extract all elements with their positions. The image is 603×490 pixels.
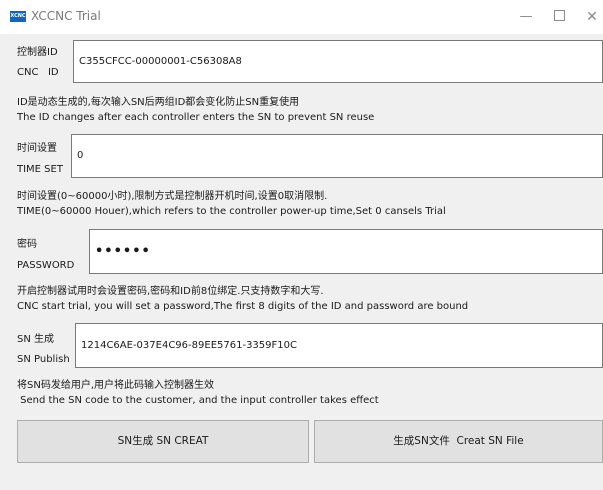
sn-file-button[interactable]: 生成SN文件 Creat SN File <box>314 420 603 463</box>
controller-id-label-en: CNC ID <box>17 67 59 78</box>
maximize-button[interactable] <box>545 6 573 28</box>
time-set-label-cn: 时间设置 <box>17 143 57 154</box>
controller-id-note-cn: ID是动态生成的,每次输入SN后两组ID都会变化防止SN重复使用 <box>17 97 300 108</box>
maximize-icon <box>553 10 565 21</box>
title-bar: XCNC XCCNC Trial — ✕ <box>0 0 603 34</box>
sn-create-button[interactable]: SN生成 SN CREAT <box>17 420 309 463</box>
password-note-en: CNC start trial, you will set a password… <box>17 301 469 312</box>
password-input[interactable]: •••••• <box>89 229 603 274</box>
window-title: XCCNC Trial <box>31 9 101 23</box>
close-button[interactable]: ✕ <box>578 6 603 28</box>
time-set-label-en: TIME SET <box>17 164 63 175</box>
app-icon: XCNC <box>10 11 26 22</box>
time-set-note-cn: 时间设置(0~60000小时),限制方式是控制器开机时间,设置0取消限制. <box>17 191 328 202</box>
sn-note-cn: 将SN码发给用户,用户将此码输入控制器生效 <box>17 380 215 391</box>
sn-note-en: Send the SN code to the customer, and th… <box>17 395 379 406</box>
password-label-en: PASSWORD <box>17 260 75 271</box>
controller-id-note-en: The ID changes after each controller ent… <box>17 112 375 123</box>
password-note-cn: 开启控制器试用时会设置密码,密码和ID前8位绑定.只支持数字和大写. <box>17 286 324 297</box>
time-set-note-en: TIME(0~60000 Houer),which refers to the … <box>17 206 446 217</box>
minimize-button[interactable]: — <box>512 6 540 28</box>
sn-output-field[interactable]: 1214C6AE-037E4C96-89EE5761-3359F10C <box>75 323 603 368</box>
controller-id-field[interactable]: C355CFCC-00000001-C56308A8 <box>73 40 603 83</box>
controller-id-label-cn: 控制器ID <box>17 47 58 58</box>
password-label-cn: 密码 <box>17 239 37 250</box>
dialog-body: 控制器ID CNC ID C355CFCC-00000001-C56308A8 … <box>0 34 603 490</box>
sn-label-en: SN Publish <box>17 354 70 365</box>
time-set-input[interactable]: 0 <box>71 134 603 178</box>
sn-label-cn: SN 生成 <box>17 334 55 345</box>
